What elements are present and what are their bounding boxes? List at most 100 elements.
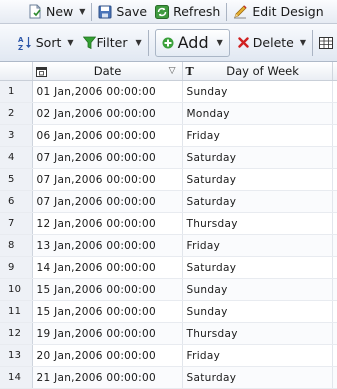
table-row[interactable]: 13 20 Jan,2006 00:00:00 Friday (0, 344, 337, 367)
day-of-week-cell[interactable]: Sunday (182, 278, 333, 301)
column-header-day-of-week-label: Day of Week (226, 64, 299, 78)
table-row[interactable]: 3 06 Jan,2006 00:00:00 Friday (0, 124, 337, 147)
day-of-week-cell[interactable]: Saturday (182, 366, 333, 389)
row-number-cell: 12 (0, 322, 33, 345)
new-document-icon (28, 4, 42, 19)
calendar-icon (35, 66, 47, 77)
day-of-week-cell[interactable]: Friday (182, 234, 333, 257)
text-type-icon: T (185, 64, 194, 78)
refresh-button[interactable]: Refresh (155, 0, 220, 23)
day-of-week-cell[interactable]: Saturday (182, 168, 333, 191)
table-row[interactable]: 4 07 Jan,2006 00:00:00 Saturday (0, 146, 337, 169)
date-cell[interactable]: 12 Jan,2006 00:00:00 (32, 212, 183, 235)
add-dropdown-icon[interactable]: ▼ (217, 38, 223, 47)
table-row[interactable]: 14 21 Jan,2006 00:00:00 Saturday (0, 366, 337, 389)
row-filler (332, 146, 337, 169)
row-number-header (0, 62, 33, 81)
sort-dropdown-icon[interactable]: ▼ (67, 38, 73, 47)
table-row[interactable]: 2 02 Jan,2006 00:00:00 Monday (0, 102, 337, 125)
table-row[interactable]: 6 07 Jan,2006 00:00:00 Saturday (0, 190, 337, 213)
date-cell[interactable]: 01 Jan,2006 00:00:00 (32, 80, 183, 103)
column-filter-dropdown-icon[interactable]: ▽ (169, 66, 176, 76)
delete-label: Delete (252, 35, 294, 50)
day-of-week-cell[interactable]: Friday (182, 124, 333, 147)
day-of-week-cell[interactable]: Friday (182, 344, 333, 367)
day-of-week-cell[interactable]: Saturday (182, 190, 333, 213)
table-row[interactable]: 9 14 Jan,2006 00:00:00 Saturday (0, 256, 337, 279)
edit-design-button[interactable]: Edit Design (233, 0, 324, 23)
new-button[interactable]: New ▼ (28, 0, 85, 23)
save-label: Save (116, 4, 148, 19)
row-number-cell: 11 (0, 300, 33, 323)
delete-button[interactable]: Delete ▼ (238, 24, 306, 61)
refresh-icon (155, 4, 170, 19)
date-cell[interactable]: 07 Jan,2006 00:00:00 (32, 190, 183, 213)
add-button[interactable]: Add ▼ (154, 28, 230, 57)
row-number-cell: 14 (0, 366, 33, 389)
data-grid: Date ▽ T Day of Week 1 01 Jan,2006 00:00:… (0, 62, 337, 389)
row-filler (332, 80, 337, 103)
row-number-cell: 1 (0, 80, 33, 103)
date-cell[interactable]: 06 Jan,2006 00:00:00 (32, 124, 183, 147)
row-number-cell: 2 (0, 102, 33, 125)
date-cell[interactable]: 02 Jan,2006 00:00:00 (32, 102, 183, 125)
delete-dropdown-icon[interactable]: ▼ (300, 38, 306, 47)
table-row[interactable]: 12 19 Jan,2006 00:00:00 Thursday (0, 322, 337, 345)
row-number-cell: 7 (0, 212, 33, 235)
day-of-week-cell[interactable]: Sunday (182, 300, 333, 323)
row-filler (332, 102, 337, 125)
date-cell[interactable]: 15 Jan,2006 00:00:00 (32, 300, 183, 323)
row-number-cell: 10 (0, 278, 33, 301)
column-header-date-label: Date (93, 64, 122, 78)
row-filler (332, 278, 337, 301)
filter-dropdown-icon[interactable]: ▼ (136, 38, 142, 47)
filter-button[interactable]: Filter ▼ (82, 24, 142, 61)
table-row[interactable]: 10 15 Jan,2006 00:00:00 Sunday (0, 278, 337, 301)
row-number-cell: 4 (0, 146, 33, 169)
date-cell[interactable]: 13 Jan,2006 00:00:00 (32, 234, 183, 257)
table-row[interactable]: 1 01 Jan,2006 00:00:00 Sunday (0, 80, 337, 103)
table-row[interactable]: 11 15 Jan,2006 00:00:00 Sunday (0, 300, 337, 323)
day-of-week-cell[interactable]: Sunday (182, 80, 333, 103)
row-filler (332, 212, 337, 235)
date-cell[interactable]: 07 Jan,2006 00:00:00 (32, 146, 183, 169)
row-filler (332, 366, 337, 389)
date-cell[interactable]: 07 Jan,2006 00:00:00 (32, 168, 183, 191)
new-dropdown-icon[interactable]: ▼ (79, 7, 85, 16)
sort-button[interactable]: A Z Sort ▼ (18, 24, 74, 61)
row-filler (332, 344, 337, 367)
date-cell[interactable]: 14 Jan,2006 00:00:00 (32, 256, 183, 279)
sort-az-icon: A Z (18, 35, 32, 51)
row-filler (332, 322, 337, 345)
filter-label: Filter (96, 35, 128, 50)
column-header-day-of-week[interactable]: T Day of Week (182, 62, 333, 81)
row-filler (332, 168, 337, 191)
delete-x-icon (238, 37, 249, 48)
add-label: Add (177, 33, 209, 52)
date-cell[interactable]: 15 Jan,2006 00:00:00 (32, 278, 183, 301)
row-number-cell: 3 (0, 124, 33, 147)
date-cell[interactable]: 20 Jan,2006 00:00:00 (32, 344, 183, 367)
toolbar-separator (226, 2, 228, 21)
toolbar-separator (147, 29, 149, 56)
save-button[interactable]: Save (98, 0, 147, 23)
date-cell[interactable]: 19 Jan,2006 00:00:00 (32, 322, 183, 345)
table-row[interactable]: 7 12 Jan,2006 00:00:00 Thursday (0, 212, 337, 235)
grid-body: 1 01 Jan,2006 00:00:00 Sunday 2 02 Jan,2006 … (0, 80, 337, 389)
column-header-date[interactable]: Date ▽ (32, 62, 183, 81)
edit-design-label: Edit Design (252, 4, 324, 19)
day-of-week-cell[interactable]: Thursday (182, 212, 333, 235)
day-of-week-cell[interactable]: Saturday (182, 146, 333, 169)
grid-header-row: Date ▽ T Day of Week (0, 62, 337, 81)
grid-view-button[interactable] (319, 24, 337, 61)
day-of-week-cell[interactable]: Saturday (182, 256, 333, 279)
date-cell[interactable]: 21 Jan,2006 00:00:00 (32, 366, 183, 389)
day-of-week-cell[interactable]: Monday (182, 102, 333, 125)
refresh-label: Refresh (173, 4, 221, 19)
toolbar-separator (91, 2, 93, 21)
new-label: New (46, 4, 74, 19)
filter-funnel-icon (82, 36, 96, 50)
table-row[interactable]: 8 13 Jan,2006 00:00:00 Friday (0, 234, 337, 257)
table-row[interactable]: 5 07 Jan,2006 00:00:00 Saturday (0, 168, 337, 191)
day-of-week-cell[interactable]: Thursday (182, 322, 333, 345)
